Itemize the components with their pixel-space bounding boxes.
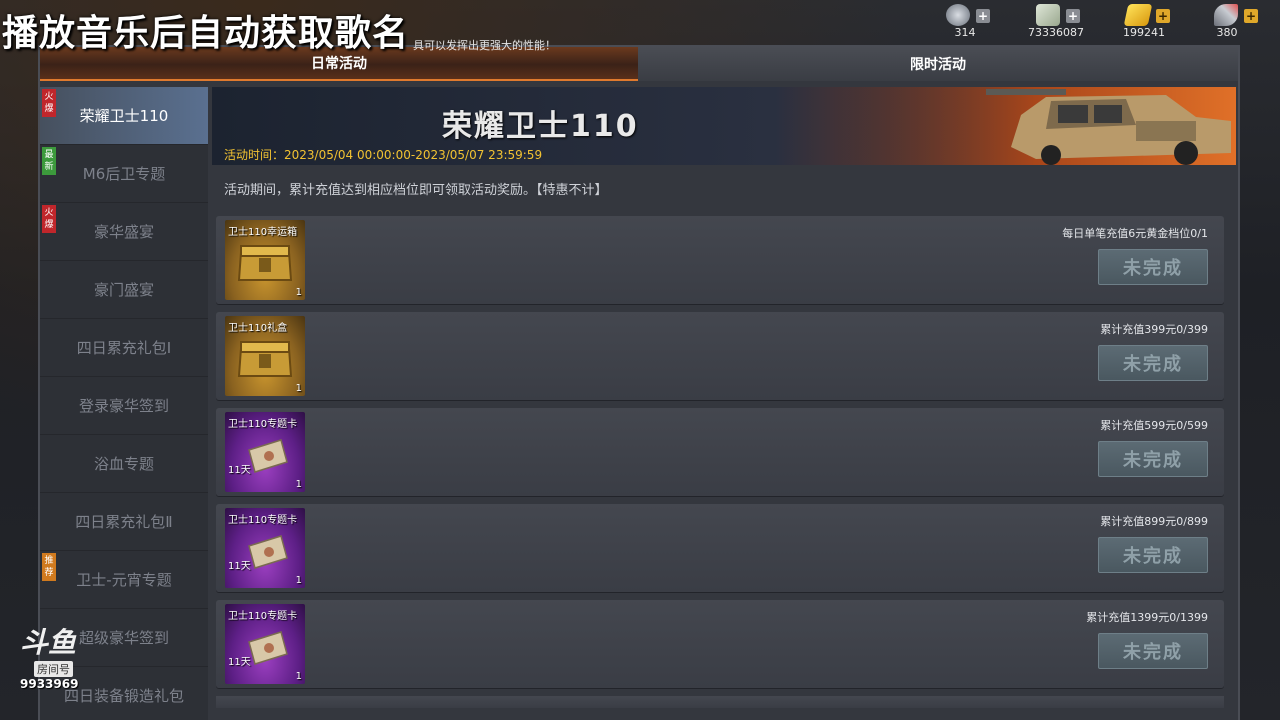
- hot-badge: 火爆: [42, 89, 56, 117]
- add-rocket-button[interactable]: +: [1244, 9, 1258, 23]
- sidebar-item-login-signin[interactable]: 登录豪华签到: [40, 377, 208, 435]
- activity-panel: 日常活动 限时活动 火爆 荣耀卫士110 最新 M6后卫专题 火爆 豪华盛宴 豪…: [38, 45, 1240, 720]
- sidebar-item-rich-feast[interactable]: 豪门盛宴: [40, 261, 208, 319]
- reward-item-slot[interactable]: 卫士110专题卡 11天 1: [225, 508, 305, 588]
- activity-banner: 荣耀卫士110 活动时间：2023/05/04 00:00:00-2023/05…: [212, 87, 1236, 165]
- reward-row: 卫士110专题卡 11天 1 累计充值599元0/599 未完成: [216, 408, 1224, 496]
- banner-title: 荣耀卫士110: [442, 109, 639, 144]
- reward-list: 卫士110幸运箱 1 每日单笔充值6元黄金档位0/1 未完成 卫士110礼盒 1…: [216, 216, 1226, 708]
- tip-text: 具可以发挥出更强大的性能！: [413, 39, 556, 52]
- humvee-illustration: [836, 87, 1236, 165]
- item-name: 卫士110礼盒: [228, 323, 288, 334]
- claim-status-button[interactable]: 未完成: [1098, 441, 1208, 477]
- currency-bar: + 314 + 73336087 + 199241 + 380: [940, 0, 1280, 40]
- reward-item-slot[interactable]: 卫士110专题卡 11天 1: [225, 412, 305, 492]
- requirement-text: 累计充值899元0/899: [1100, 515, 1208, 528]
- item-duration: 11天: [228, 561, 251, 572]
- sidebar-item-label: 豪华盛宴: [93, 223, 154, 241]
- item-count: 1: [295, 575, 302, 586]
- claim-status-button[interactable]: 未完成: [1098, 249, 1208, 285]
- new-badge: 最新: [42, 147, 56, 175]
- reward-item-slot[interactable]: 卫士110礼盒 1: [225, 316, 305, 396]
- requirement-text: 累计充值599元0/599: [1100, 419, 1208, 432]
- item-count: 1: [295, 671, 302, 682]
- rocket-icon: [1214, 4, 1238, 26]
- crate-icon: [237, 245, 293, 281]
- reward-item-slot[interactable]: 卫士110幸运箱 1: [225, 220, 305, 300]
- sidebar-item-m6-guard[interactable]: 最新 M6后卫专题: [40, 145, 208, 203]
- sidebar-item-label: 四日累充礼包Ⅰ: [76, 339, 172, 357]
- add-medal-button[interactable]: +: [976, 9, 990, 23]
- currency-rocket: + 380: [1198, 2, 1278, 40]
- sidebar-item-glory-guard[interactable]: 火爆 荣耀卫士110: [40, 87, 208, 145]
- sidebar-item-label: 四日累充礼包Ⅱ: [75, 513, 173, 531]
- sidebar-item-lantern-special[interactable]: 推荐 卫士-元宵专题: [40, 551, 208, 609]
- douyu-watermark: 斗鱼 房间号 9933969: [20, 628, 92, 698]
- reward-row: 卫士110专题卡 11天 1 累计充值899元0/899 未完成: [216, 504, 1224, 592]
- sidebar-item-label: M6后卫专题: [82, 165, 166, 183]
- sidebar-item-bloodbath[interactable]: 浴血专题: [40, 435, 208, 493]
- sidebar-item-label: 超级豪华签到: [78, 629, 169, 647]
- claim-status-button[interactable]: 未完成: [1098, 537, 1208, 573]
- item-count: 1: [295, 287, 302, 298]
- hot-badge: 火爆: [42, 205, 56, 233]
- rocket-value: 380: [1216, 26, 1238, 39]
- crate-icon: [237, 341, 293, 377]
- sidebar-item-label: 荣耀卫士110: [79, 107, 169, 125]
- item-duration: 11天: [228, 657, 251, 668]
- tab-limited-activity[interactable]: 限时活动: [638, 47, 1238, 81]
- item-name: 卫士110专题卡: [228, 611, 298, 622]
- requirement-text: 累计充值1399元0/1399: [1086, 611, 1208, 624]
- claim-status-button[interactable]: 未完成: [1098, 345, 1208, 381]
- item-count: 1: [295, 383, 302, 394]
- reward-row: 卫士110专题卡 11天 1 累计充值1399元0/1399 未完成: [216, 600, 1224, 688]
- stream-overlay-title: 播放音乐后自动获取歌名: [2, 13, 410, 54]
- reward-row: 卫士110礼盒 1 累计充值399元0/399 未完成: [216, 312, 1224, 400]
- requirement-text: 每日单笔充值6元黄金档位0/1: [1062, 227, 1208, 240]
- currency-medal: + 314: [932, 2, 1012, 40]
- sidebar-item-four-day-pack-2[interactable]: 四日累充礼包Ⅱ: [40, 493, 208, 551]
- activity-content: 荣耀卫士110 活动时间：2023/05/04 00:00:00-2023/05…: [212, 87, 1236, 720]
- reward-row: 卫士110幸运箱 1 每日单笔充值6元黄金档位0/1 未完成: [216, 216, 1224, 304]
- currency-cash: + 73336087: [1016, 2, 1096, 40]
- requirement-text: 累计充值399元0/399: [1100, 323, 1208, 336]
- medal-value: 314: [954, 26, 976, 39]
- cash-value: 73336087: [1028, 26, 1084, 39]
- room-id: 9933969: [20, 677, 79, 691]
- item-name: 卫士110幸运箱: [228, 227, 298, 238]
- add-gold-button[interactable]: +: [1156, 9, 1170, 23]
- douyu-logo: 斗鱼: [20, 626, 77, 659]
- sidebar-item-label: 浴血专题: [93, 455, 154, 473]
- gold-bar-icon: [1123, 4, 1153, 26]
- item-count: 1: [295, 479, 302, 490]
- medal-icon: [946, 4, 970, 26]
- activity-time: 活动时间：2023/05/04 00:00:00-2023/05/07 23:5…: [224, 148, 543, 162]
- claim-status-button[interactable]: 未完成: [1098, 633, 1208, 669]
- recommend-badge: 推荐: [42, 553, 56, 581]
- item-name: 卫士110专题卡: [228, 515, 298, 526]
- item-name: 卫士110专题卡: [228, 419, 298, 430]
- sidebar-item-luxury-feast[interactable]: 火爆 豪华盛宴: [40, 203, 208, 261]
- cash-icon: [1036, 4, 1060, 26]
- sidebar-item-label: 卫士-元宵专题: [76, 571, 172, 589]
- item-duration: 11天: [228, 465, 251, 476]
- currency-gold: + 199241: [1108, 2, 1188, 40]
- room-tag: 房间号: [34, 661, 73, 677]
- reward-item-slot[interactable]: 卫士110专题卡 11天 1: [225, 604, 305, 684]
- reward-row-partial: [216, 696, 1224, 708]
- gold-value: 199241: [1123, 26, 1165, 39]
- add-cash-button[interactable]: +: [1066, 9, 1080, 23]
- sidebar-item-four-day-pack-1[interactable]: 四日累充礼包Ⅰ: [40, 319, 208, 377]
- sidebar-item-label: 豪门盛宴: [93, 281, 154, 299]
- sidebar-item-label: 登录豪华签到: [78, 397, 169, 415]
- activity-description: 活动期间，累计充值达到相应档位即可领取活动奖励。【特惠不计】: [224, 183, 608, 198]
